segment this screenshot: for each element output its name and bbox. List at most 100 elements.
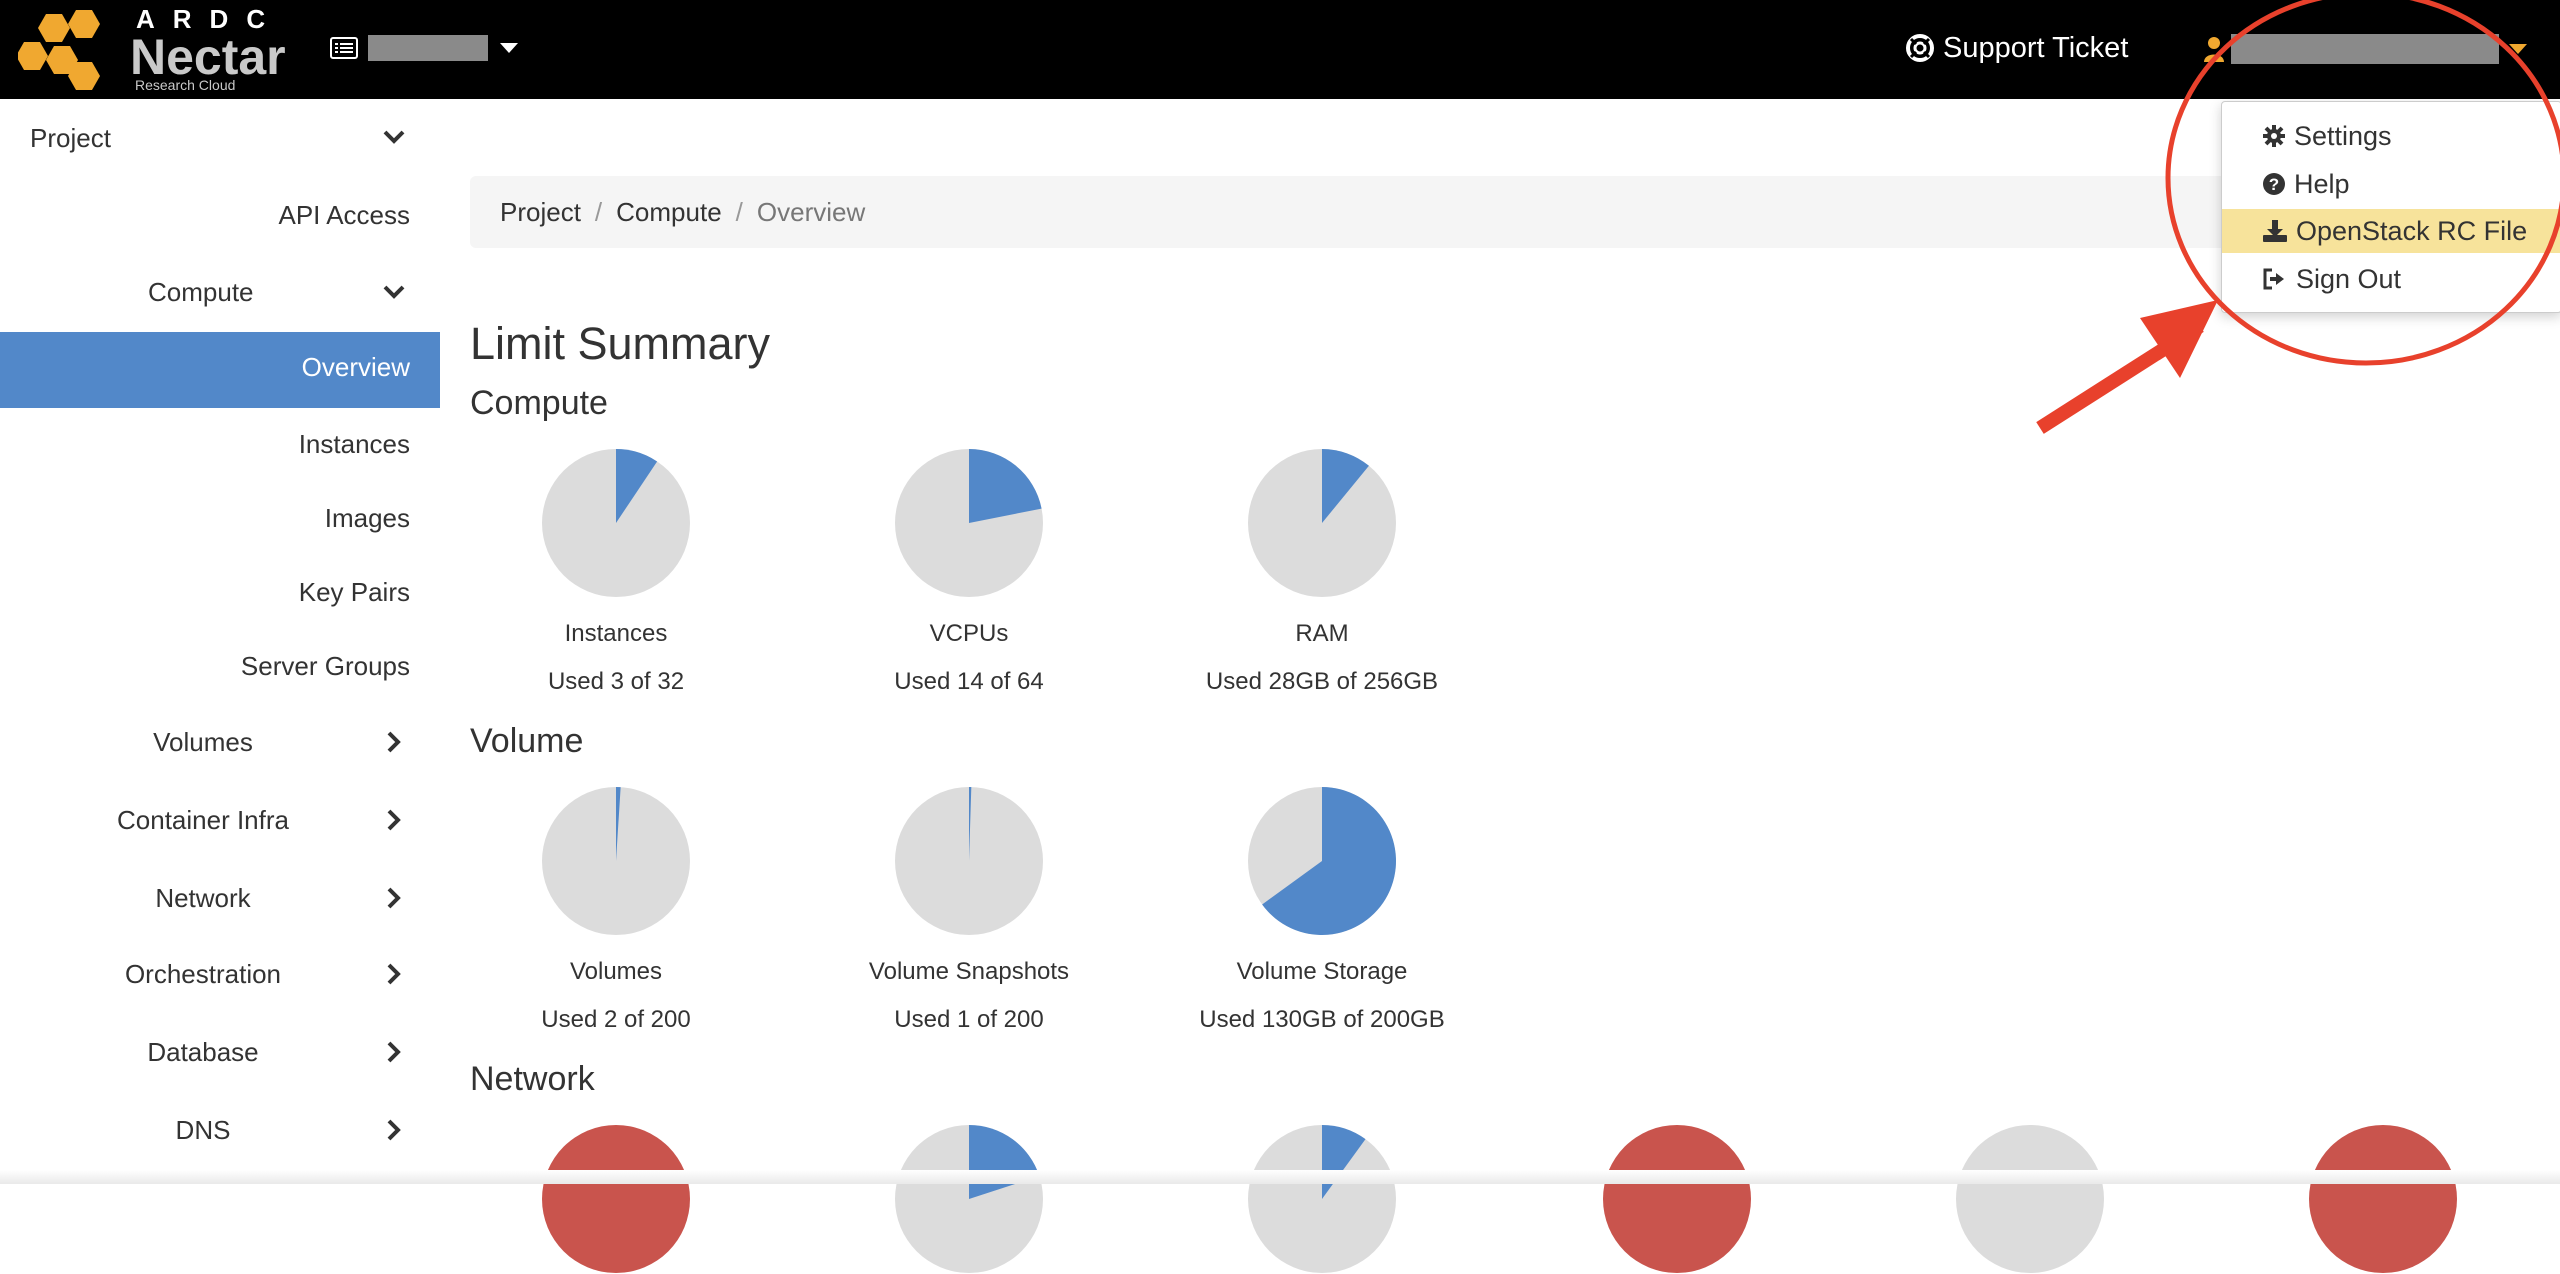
breadcrumb-separator: / — [735, 196, 743, 227]
sidebar-item-overview[interactable]: Overview — [0, 332, 440, 408]
sidebar-item-label: Volumes — [153, 726, 253, 757]
pie-chart-network-5 — [1880, 1124, 2180, 1274]
annotation-arrow — [2036, 300, 2218, 434]
chevron-down-icon — [500, 43, 518, 53]
sidebar-item-database[interactable]: Database — [0, 1032, 406, 1072]
sidebar-item-volumes[interactable]: Volumes — [0, 722, 406, 762]
menu-item-sign-out[interactable]: Sign Out — [2222, 257, 2560, 301]
pie-chart-volume-storage: Volume Storage Used 130GB of 200GB — [1172, 786, 1472, 1034]
pie-chart-instances: Instances Used 3 of 32 — [466, 448, 766, 696]
pie-used-text: Used 1 of 200 — [894, 1006, 1044, 1033]
user-menu-toggle[interactable] — [2203, 30, 2527, 68]
bottom-edge-shadow — [0, 1170, 2560, 1184]
pie-chart-ram: RAM Used 28GB of 256GB — [1172, 448, 1472, 696]
section-title-volume: Volume — [470, 722, 584, 760]
menu-item-openstack-rc-file[interactable]: OpenStack RC File — [2222, 209, 2560, 253]
sidebar-item-label: Images — [324, 502, 410, 533]
pie-chart-network-1 — [466, 1124, 766, 1274]
pie-background — [1603, 1125, 1751, 1273]
chevron-down-icon — [383, 130, 405, 144]
redacted-project-name — [368, 35, 488, 61]
menu-item-help[interactable]: ? Help — [2222, 162, 2560, 206]
support-ticket-label: Support Ticket — [1943, 31, 2129, 64]
sidebar-item-network[interactable]: Network — [0, 878, 406, 918]
pie-chart-graphic — [1248, 787, 1396, 935]
menu-item-label: Sign Out — [2296, 263, 2402, 294]
pie-chart-graphic — [1248, 449, 1396, 597]
chevron-right-icon — [387, 1119, 401, 1141]
menu-item-label: Help — [2294, 168, 2350, 199]
chevron-right-icon — [387, 731, 401, 753]
menu-item-label: Settings — [2294, 120, 2392, 151]
sidebar-item-images[interactable]: Images — [325, 498, 410, 538]
sidebar-item-dns[interactable]: DNS — [0, 1110, 406, 1150]
sidebar-item-label: Network — [155, 882, 251, 913]
chevron-right-icon — [387, 809, 401, 831]
pie-chart-vcpus: VCPUs Used 14 of 64 — [819, 448, 1119, 696]
sidebar-item-project[interactable]: Project — [30, 118, 111, 158]
page-title: Limit Summary — [470, 318, 771, 369]
pie-chart-graphic — [2309, 1125, 2457, 1273]
gear-icon — [2263, 125, 2285, 147]
pie-background — [542, 1125, 690, 1273]
pie-chart-graphic — [542, 787, 690, 935]
chevron-down-icon — [2509, 44, 2527, 54]
section-title-network: Network — [470, 1060, 595, 1098]
pie-label: Volumes — [569, 958, 663, 985]
pie-used-text: Used 3 of 32 — [547, 668, 685, 695]
pie-background — [2309, 1125, 2457, 1273]
life-ring-icon — [1906, 34, 1934, 62]
user-icon — [2204, 37, 2224, 62]
pie-chart-network-3 — [1172, 1124, 1472, 1274]
pie-label: Volume Snapshots — [868, 958, 1070, 985]
sidebar-item-server-groups[interactable]: Server Groups — [241, 646, 410, 686]
sidebar-item-container-infra[interactable]: Container Infra — [0, 800, 406, 840]
download-icon — [2263, 220, 2287, 242]
sidebar-item-label: Project — [30, 122, 111, 153]
pie-used-text: Used 28GB of 256GB — [1205, 668, 1439, 695]
section-title-compute: Compute — [470, 384, 608, 422]
sidebar-item-label: Orchestration — [124, 958, 282, 989]
sidebar-item-label: Instances — [298, 428, 410, 459]
pie-chart-graphic — [1248, 1125, 1396, 1273]
project-switcher[interactable] — [330, 30, 518, 66]
pie-label: Instances — [564, 620, 668, 647]
pie-chart-graphic — [895, 1125, 1043, 1273]
chevron-right-icon — [387, 1041, 401, 1063]
sidebar: Project API Access Compute Overview Inst… — [0, 99, 440, 1184]
breadcrumb-separator: / — [594, 196, 603, 227]
support-ticket-link[interactable]: Support Ticket — [1905, 28, 2128, 68]
menu-item-label: OpenStack RC File — [2296, 215, 2528, 246]
pie-used-text: Used 14 of 64 — [894, 668, 1044, 695]
pie-label: VCPUs — [929, 620, 1009, 647]
honeycomb-logo-icon — [18, 10, 100, 90]
pie-chart-graphic — [1956, 1125, 2104, 1273]
pie-used-text: Used 2 of 200 — [541, 1006, 691, 1033]
svg-text:?: ? — [2269, 175, 2279, 194]
question-circle-icon: ? — [2263, 173, 2285, 195]
sidebar-item-instances[interactable]: Instances — [299, 424, 410, 464]
sidebar-item-label: API Access — [278, 199, 411, 230]
pie-chart-volumes: Volumes Used 2 of 200 — [466, 786, 766, 1034]
nectar-logo[interactable]: ARDC Nectar Research Cloud — [18, 4, 288, 93]
pie-used-text: Used 130GB of 200GB — [1199, 1006, 1445, 1033]
pie-background — [1956, 1125, 2104, 1273]
sidebar-item-label: Database — [147, 1036, 259, 1067]
menu-item-settings[interactable]: Settings — [2222, 114, 2560, 158]
pie-chart-network-4 — [1527, 1124, 1827, 1274]
pie-chart-graphic — [1603, 1125, 1751, 1273]
pie-chart-network-2 — [819, 1124, 1119, 1274]
sidebar-item-orchestration[interactable]: Orchestration — [0, 954, 406, 994]
sidebar-item-key-pairs[interactable]: Key Pairs — [299, 572, 410, 612]
breadcrumb-project[interactable]: Project — [500, 197, 581, 228]
breadcrumb-compute[interactable]: Compute — [616, 197, 722, 228]
redacted-username — [2231, 34, 2499, 64]
pie-chart-graphic — [542, 449, 690, 597]
sidebar-item-label: DNS — [175, 1114, 231, 1145]
top-navbar: ARDC Nectar Research Cloud Support Ticke… — [0, 0, 2560, 99]
pie-chart-volume-snapshots: Volume Snapshots Used 1 of 200 — [819, 786, 1119, 1034]
breadcrumb: Project / Compute / Overview — [470, 176, 2420, 248]
sidebar-item-api-access[interactable]: API Access — [279, 195, 411, 235]
sidebar-item-compute[interactable]: Compute — [148, 272, 254, 312]
sidebar-item-label: Container Infra — [117, 804, 289, 835]
